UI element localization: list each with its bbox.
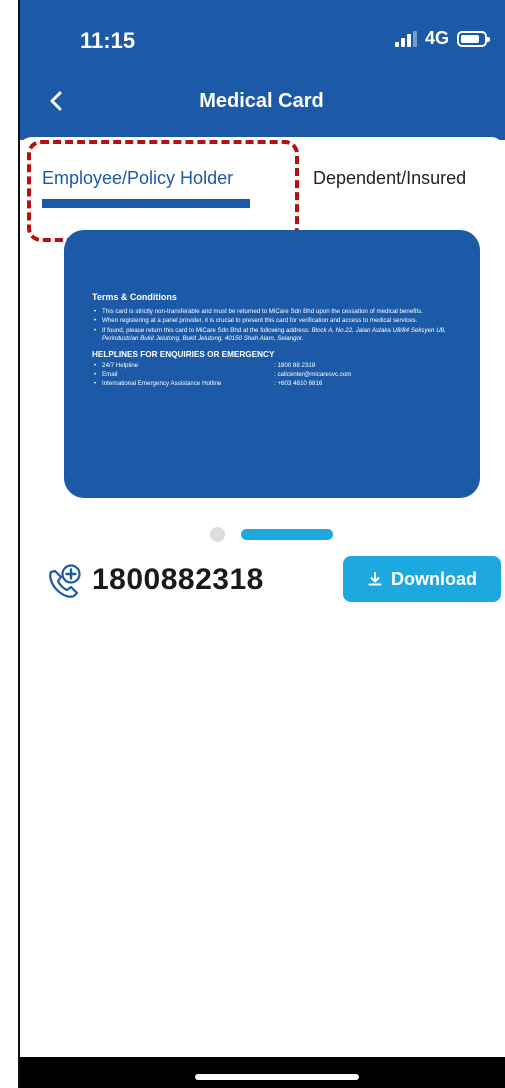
helpline-label: Email [92, 371, 274, 380]
signal-icon [394, 30, 417, 47]
app-header: 11:15 4G Medical Card [18, 0, 505, 140]
terms-list: This card is strictly non-transferable a… [92, 308, 464, 343]
helpline-value: : 1800 88 2318 [274, 362, 316, 370]
home-indicator[interactable] [195, 1074, 359, 1080]
terms-title: Terms & Conditions [92, 292, 177, 302]
helpline-row: 24/7 Helpline : 1800 88 2318 [92, 362, 464, 371]
helpline-value: : +603 4810 6816 [274, 379, 323, 387]
screenshot-border [18, 0, 20, 1088]
page-title: Medical Card [199, 90, 324, 112]
helpline-number[interactable]: 1800882318 [92, 563, 264, 597]
helplines-title: HELPLINES FOR ENQUIRIES OR EMERGENCY [92, 350, 275, 360]
return-text: If found, please return this card to MiC… [102, 326, 312, 334]
helpline-row: Email : callcenter@micaresvc.com [92, 371, 464, 380]
tab-dependent-insured[interactable]: Dependent/Insured [313, 168, 466, 189]
status-icons: 4G [394, 28, 490, 49]
bottom-system-bar [18, 1057, 505, 1088]
helpline-value: : callcenter@micaresvc.com [274, 371, 352, 379]
terms-item-return: If found, please return this card to MiC… [92, 327, 464, 344]
helpline-label: 24/7 Helpline [92, 362, 274, 371]
helpline-row: International Emergency Assistance Hotli… [92, 380, 464, 389]
status-time: 11:15 [80, 28, 136, 53]
helpline-label: International Emergency Assistance Hotli… [92, 380, 274, 389]
download-button[interactable]: Download [343, 556, 501, 602]
active-tab-indicator [42, 199, 250, 208]
download-label: Download [391, 568, 477, 589]
terms-item: This card is strictly non-transferable a… [92, 308, 464, 317]
pager-dot-2-active[interactable] [241, 529, 333, 540]
network-label: 4G [424, 28, 449, 48]
pager-dot-1[interactable] [210, 527, 225, 542]
phone-medical-icon [49, 564, 81, 598]
download-icon [368, 572, 382, 586]
medical-card-back[interactable]: Terms & Conditions This card is strictly… [64, 230, 480, 498]
tab-employee-policy-holder[interactable]: Employee/Policy Holder [42, 168, 233, 189]
terms-item: When registering at a panel provider, it… [92, 317, 464, 326]
battery-icon [457, 30, 490, 47]
phone-screen: 11:15 4G Medical Card Employee/Policy Ho… [18, 0, 505, 1088]
